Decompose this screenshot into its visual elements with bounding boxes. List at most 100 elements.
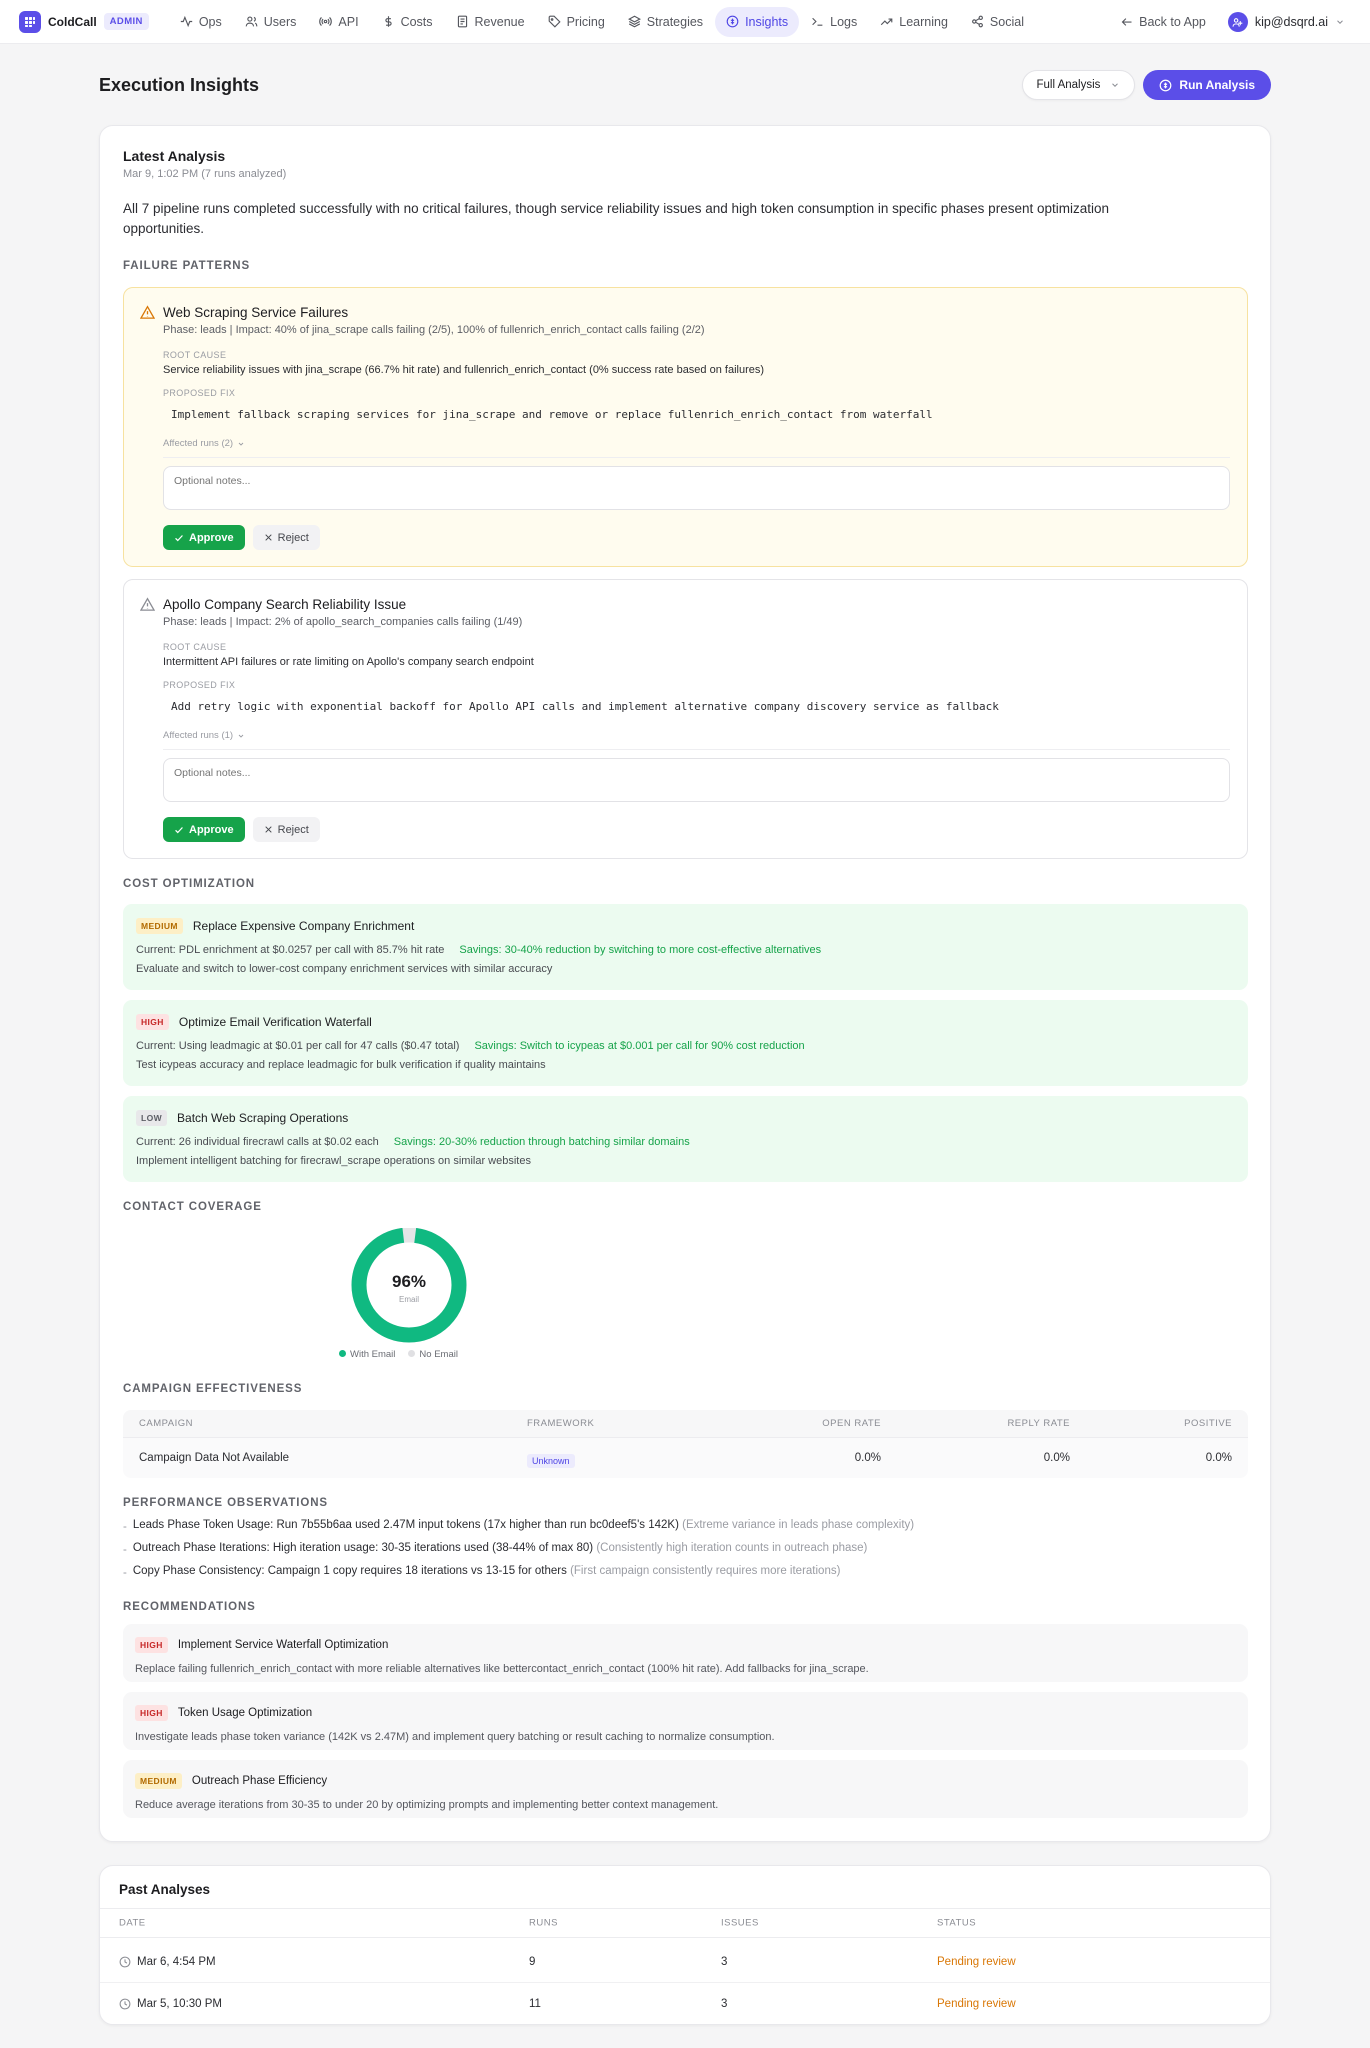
column-header: ISSUES bbox=[721, 1917, 759, 1929]
analysis-summary: All 7 pipeline runs completed successful… bbox=[123, 201, 1110, 236]
nav-item-api[interactable]: API bbox=[308, 7, 369, 37]
nav-item-label: API bbox=[338, 14, 359, 29]
column-header: DATE bbox=[119, 1917, 146, 1929]
review-actions: Approve Reject bbox=[163, 817, 320, 842]
section-cost-optimization: COST OPTIMIZATION bbox=[123, 878, 255, 890]
brand[interactable]: ColdCall ADMIN bbox=[19, 10, 149, 33]
cost-current: Current: PDL enrichment at $0.0257 per c… bbox=[136, 944, 445, 956]
priority-badge: MEDIUM bbox=[135, 1773, 182, 1789]
cost-savings: Savings: Switch to icypeas at $0.001 per… bbox=[474, 1040, 805, 1052]
header-actions: Full Analysis Run Analysis bbox=[1021, 70, 1271, 100]
user-menu[interactable]: kip@dsqrd.ai bbox=[1227, 12, 1345, 32]
cost-action: Test icypeas accuracy and replace leadma… bbox=[136, 1059, 546, 1071]
status-badge: Pending review bbox=[937, 1955, 1016, 1968]
section-failure-patterns: FAILURE PATTERNS bbox=[123, 260, 251, 272]
close-icon bbox=[264, 826, 272, 833]
proposed-fix-label: PROPOSED FIX bbox=[163, 680, 236, 690]
recommendation-title: Token Usage Optimization bbox=[177, 1707, 313, 1719]
table-header: DATE RUNS ISSUES STATUS bbox=[100, 1908, 1270, 1938]
warning-icon bbox=[140, 305, 155, 319]
cost-action: Evaluate and switch to lower-cost compan… bbox=[136, 963, 553, 975]
coverage-sublabel: Email bbox=[399, 1295, 419, 1304]
run-analysis-button[interactable]: Run Analysis bbox=[1143, 70, 1271, 100]
cost-item-title: Batch Web Scraping Operations bbox=[177, 1111, 349, 1125]
legend-label: No Email bbox=[419, 1349, 458, 1360]
check-icon bbox=[175, 826, 183, 833]
legend-no-email: No Email bbox=[408, 1349, 458, 1360]
failure-title: Web Scraping Service Failures bbox=[163, 305, 349, 320]
failure-pattern-card: Apollo Company Search Reliability Issue … bbox=[123, 579, 1248, 859]
past-date-text: Mar 5, 10:30 PM bbox=[137, 1998, 223, 2010]
coverage-percent: 96% bbox=[392, 1272, 426, 1291]
latest-analysis-title: Latest Analysis bbox=[123, 148, 226, 164]
bullet: - bbox=[123, 1544, 127, 1556]
table-row: Campaign Data Not Available Unknown 0.0%… bbox=[123, 1438, 1248, 1478]
past-date: Mar 5, 10:30 PM bbox=[119, 1998, 222, 2010]
section-performance-observations: PERFORMANCE OBSERVATIONS bbox=[123, 1497, 328, 1509]
user-email: kip@dsqrd.ai bbox=[1254, 15, 1328, 29]
nav-item-label: Social bbox=[989, 14, 1024, 29]
reject-button[interactable]: Reject bbox=[252, 525, 320, 550]
cost-item: LOW Batch Web Scraping Operations Current… bbox=[123, 1096, 1248, 1182]
nav-item-strategies[interactable]: Strategies bbox=[617, 7, 714, 37]
divider bbox=[163, 749, 1230, 750]
analysis-mode-select[interactable]: Full Analysis bbox=[1021, 70, 1136, 100]
legend-with-email: With Email bbox=[339, 1349, 395, 1360]
recommendation-desc: Reduce average iterations from 30-35 to … bbox=[135, 1799, 719, 1811]
back-to-app-link[interactable]: Back to App bbox=[1121, 15, 1206, 29]
nav-item-ops[interactable]: Ops bbox=[169, 7, 233, 37]
cost-item: HIGH Optimize Email Verification Waterfal… bbox=[123, 1000, 1248, 1086]
share-icon bbox=[971, 15, 983, 28]
nav-item-logs[interactable]: Logs bbox=[800, 7, 868, 37]
open-rate: 0.0% bbox=[854, 1452, 881, 1464]
nav-item-learning[interactable]: Learning bbox=[869, 7, 959, 37]
priority-badge: HIGH bbox=[135, 1637, 168, 1653]
coverage-donut-svg: 96% Email bbox=[351, 1227, 467, 1343]
nav-item-pricing[interactable]: Pricing bbox=[537, 7, 616, 37]
cost-item-title: Replace Expensive Company Enrichment bbox=[192, 919, 415, 933]
review-actions: Approve Reject bbox=[163, 525, 320, 550]
observation-note: (Extreme variance in leads phase complex… bbox=[682, 1519, 915, 1531]
column-header: CAMPAIGN bbox=[139, 1418, 193, 1429]
past-date: Mar 6, 4:54 PM bbox=[119, 1956, 216, 1968]
back-to-app-label: Back to App bbox=[1139, 15, 1206, 29]
cost-item-title: Optimize Email Verification Waterfall bbox=[178, 1015, 372, 1029]
notes-input[interactable] bbox=[163, 466, 1230, 510]
campaign-table: CAMPAIGN FRAMEWORK OPEN RATE REPLY RATE … bbox=[123, 1410, 1248, 1478]
affected-runs-label: Affected runs (2) bbox=[163, 438, 234, 449]
nav-item-revenue[interactable]: Revenue bbox=[445, 7, 536, 37]
brand-name: ColdCall bbox=[48, 14, 97, 29]
nav-item-users[interactable]: Users bbox=[234, 7, 308, 37]
analysis-mode-value: Full Analysis bbox=[1036, 79, 1101, 91]
reject-button[interactable]: Reject bbox=[252, 817, 320, 842]
nav-item-insights[interactable]: Insights bbox=[715, 6, 800, 37]
tag-icon bbox=[548, 15, 561, 28]
nav-item-label: Ops bbox=[198, 14, 222, 29]
nav-item-label: Logs bbox=[830, 14, 858, 29]
section-contact-coverage: CONTACT COVERAGE bbox=[123, 1201, 262, 1213]
approve-button[interactable]: Approve bbox=[163, 817, 245, 842]
failure-meta: Phase: leads | Impact: 2% of apollo_sear… bbox=[163, 616, 523, 628]
coverage-donut: 96% Email bbox=[339, 1227, 479, 1346]
failure-meta: Phase: leads | Impact: 40% of jina_scrap… bbox=[163, 324, 705, 336]
clock-icon bbox=[119, 1956, 131, 1967]
nav-item-label: Strategies bbox=[646, 14, 704, 29]
table-row[interactable]: Mar 6, 4:54 PM 9 3 Pending review bbox=[100, 1941, 1270, 1983]
past-analyses-card: Past Analyses DATE RUNS ISSUES STATUS Ma… bbox=[99, 1865, 1271, 2025]
nav-item-costs[interactable]: Costs bbox=[371, 7, 444, 37]
insights-icon bbox=[1160, 79, 1172, 91]
dollar-icon bbox=[384, 16, 392, 27]
affected-runs-toggle[interactable]: Affected runs (1) bbox=[163, 730, 1230, 741]
past-runs: 9 bbox=[529, 1955, 536, 1968]
users-icon bbox=[245, 16, 258, 27]
failure-pattern-card: Web Scraping Service Failures Phase: lea… bbox=[123, 287, 1248, 567]
notes-input[interactable] bbox=[163, 758, 1230, 802]
nav-item-social[interactable]: Social bbox=[960, 7, 1035, 37]
proposed-fix-label: PROPOSED FIX bbox=[163, 388, 236, 398]
section-campaign-effectiveness: CAMPAIGN EFFECTIVENESS bbox=[123, 1383, 303, 1395]
table-row[interactable]: Mar 5, 10:30 PM 11 3 Pending review bbox=[100, 1983, 1270, 2025]
root-cause-label: ROOT CAUSE bbox=[163, 350, 227, 360]
approve-button[interactable]: Approve bbox=[163, 525, 245, 550]
affected-runs-toggle[interactable]: Affected runs (2) bbox=[163, 438, 1230, 449]
terminal-icon bbox=[812, 17, 823, 26]
